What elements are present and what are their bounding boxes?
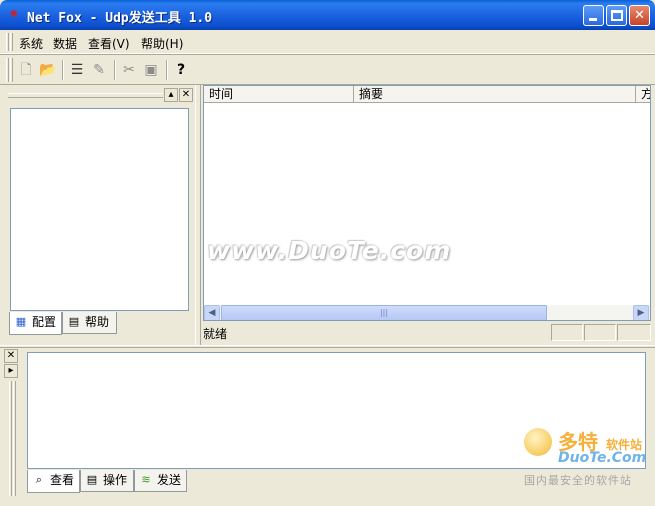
column-time[interactable]: 时间: [204, 86, 354, 103]
logo-domain-text: DuoTe.Com: [558, 450, 647, 466]
status-pane-1: [551, 324, 583, 341]
menu-data[interactable]: 数据: [53, 35, 77, 52]
magnifier-icon: ⌕: [35, 473, 43, 486]
menu-grip[interactable]: [6, 33, 9, 51]
horizontal-scrollbar[interactable]: ◀ ||| ▶: [204, 305, 650, 320]
pin-icon[interactable]: ▴: [164, 88, 178, 102]
sort-list-icon[interactable]: ☰: [66, 59, 88, 81]
status-text: 就绪: [203, 327, 228, 341]
tab-help-label: 帮助: [85, 315, 110, 329]
bottom-tabs: ⌕ 查看 ▤ 操作 ≋ 发送: [27, 470, 207, 493]
bottom-close-icon[interactable]: ✕: [4, 349, 18, 363]
status-pane-2: [584, 324, 616, 341]
tab-config[interactable]: ▦ 配置: [9, 312, 62, 335]
left-tabs: ▦ 配置 ▤ 帮助: [9, 312, 189, 335]
close-icon: ✕: [634, 8, 645, 23]
menu-system[interactable]: 系统: [19, 35, 43, 52]
menu-bar: 系统 数据 查看(V) 帮助(H): [0, 30, 655, 54]
column-direction[interactable]: 方: [636, 86, 650, 103]
tab-operate-label: 操作: [103, 473, 128, 487]
window-title: Net Fox - Udp发送工具 1.0: [27, 11, 213, 26]
cut-icon[interactable]: ✂: [118, 59, 140, 81]
save-icon[interactable]: ▣: [140, 59, 162, 81]
toolbar: 🗋 📂 ☰ ✎ ✂ ▣ ?: [0, 54, 655, 85]
open-folder-icon[interactable]: 📂: [37, 59, 59, 81]
tab-config-label: 配置: [32, 315, 57, 329]
send-icon: ≋: [141, 473, 151, 486]
scroll-left-icon[interactable]: ◀: [204, 305, 220, 320]
edit-icon[interactable]: ✎: [88, 59, 110, 81]
document-icon: ▤: [68, 315, 80, 328]
watermark-text: www.DuoTe.com: [207, 236, 452, 265]
horizontal-splitter[interactable]: [0, 345, 655, 348]
bottom-grip[interactable]: [9, 381, 12, 496]
tab-send-label: 发送: [157, 473, 182, 487]
logo-sub-text: 国内最安全的软件站: [524, 474, 632, 487]
tab-view[interactable]: ⌕ 查看: [27, 470, 80, 493]
panel-close-icon[interactable]: ✕: [179, 88, 193, 102]
packet-list[interactable]: 时间 摘要 方 ◀ ||| ▶: [203, 85, 651, 321]
bottom-pin-icon[interactable]: ▸: [4, 364, 18, 378]
status-pane-3: [617, 324, 651, 341]
toolbar-separator: [62, 60, 64, 80]
tab-view-label: 查看: [50, 473, 75, 487]
menu-view[interactable]: 查看(V): [88, 35, 130, 52]
menu-grip-2[interactable]: [10, 33, 13, 51]
bottom-panel-side: ✕ ▸: [4, 349, 22, 499]
maximize-button[interactable]: [606, 5, 627, 26]
toolbar-separator: [114, 60, 116, 80]
config-icon: ▦: [15, 315, 27, 328]
netfox-icon[interactable]: ✺: [6, 7, 22, 23]
vertical-splitter[interactable]: [195, 85, 201, 345]
close-window-button[interactable]: ✕: [629, 5, 650, 26]
title-bar: ✺ Net Fox - Udp发送工具 1.0 ✕: [0, 0, 655, 30]
bottom-grip-2[interactable]: [13, 381, 16, 496]
toolbar-grip[interactable]: [6, 58, 9, 82]
tab-send[interactable]: ≋ 发送: [134, 470, 187, 492]
new-file-icon[interactable]: 🗋: [15, 59, 37, 81]
config-tree[interactable]: [10, 108, 189, 311]
minimize-icon: [589, 18, 597, 21]
maximize-icon: [611, 10, 623, 21]
toolbar-grip-2[interactable]: [10, 58, 13, 82]
column-summary[interactable]: 摘要: [354, 86, 636, 103]
minimize-button[interactable]: [583, 5, 604, 26]
tab-help[interactable]: ▤ 帮助: [62, 312, 117, 334]
duote-logo: 多特 软件站 DuoTe.Com 国内最安全的软件站: [520, 426, 652, 491]
logo-ball-icon: [524, 428, 552, 456]
left-panel-header[interactable]: ▴ ✕: [6, 87, 194, 104]
scroll-right-icon[interactable]: ▶: [633, 305, 649, 320]
toolbar-separator: [166, 60, 168, 80]
help-icon[interactable]: ?: [170, 59, 192, 81]
panel-gripper[interactable]: [8, 93, 163, 98]
scroll-thumb[interactable]: |||: [221, 305, 547, 320]
document-icon: ▤: [86, 473, 98, 486]
list-header: 时间 摘要 方: [204, 86, 650, 103]
tab-operate[interactable]: ▤ 操作: [80, 470, 134, 492]
menu-help[interactable]: 帮助(H): [141, 35, 183, 52]
status-bar: 就绪: [203, 322, 653, 343]
